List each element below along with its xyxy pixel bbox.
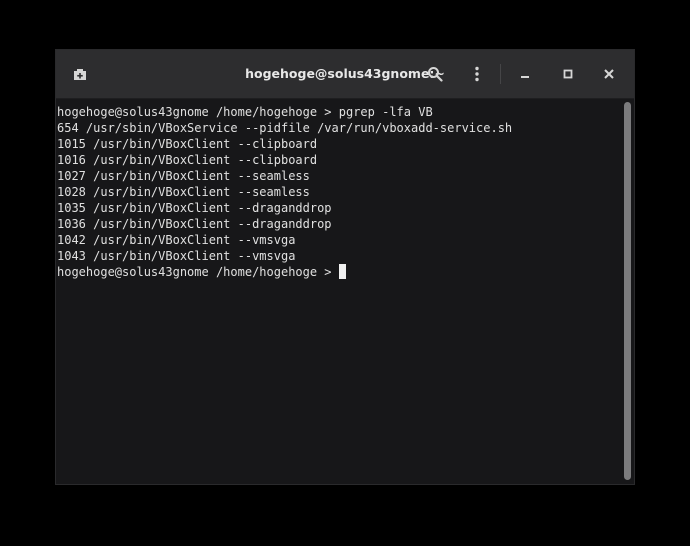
terminal-window: hogehoge@solus43gnome:~ hogehoge@solus43… xyxy=(56,50,634,484)
minimize-button[interactable] xyxy=(510,59,540,89)
menu-button[interactable] xyxy=(462,59,492,89)
terminal-line: 1035 /usr/bin/VBoxClient --draganddrop xyxy=(57,201,332,215)
terminal-line: 654 /usr/sbin/VBoxService --pidfile /var… xyxy=(57,121,513,135)
terminal-line: 1042 /usr/bin/VBoxClient --vmsvga xyxy=(57,233,296,247)
terminal-line: 1027 /usr/bin/VBoxClient --seamless xyxy=(57,169,310,183)
maximize-button[interactable] xyxy=(553,59,583,89)
terminal-line: 1043 /usr/bin/VBoxClient --vmsvga xyxy=(57,249,296,263)
terminal-line: 1016 /usr/bin/VBoxClient --clipboard xyxy=(57,153,318,167)
scrollbar[interactable] xyxy=(622,99,634,484)
search-icon xyxy=(428,67,443,82)
title-bar[interactable]: hogehoge@solus43gnome:~ xyxy=(56,50,634,99)
terminal-line: 1028 /usr/bin/VBoxClient --seamless xyxy=(57,185,310,199)
shell-prompt: hogehoge@solus43gnome /home/hogehoge > xyxy=(57,265,339,279)
terminal-output[interactable]: hogehoge@solus43gnome /home/hogehoge > p… xyxy=(56,99,622,484)
titlebar-separator xyxy=(500,64,501,84)
close-button[interactable] xyxy=(594,59,624,89)
prompt-line[interactable]: hogehoge@solus43gnome /home/hogehoge > xyxy=(57,264,346,280)
new-tab-button[interactable] xyxy=(65,59,95,89)
search-button[interactable] xyxy=(420,59,450,89)
scrollbar-thumb[interactable] xyxy=(624,102,631,480)
close-icon xyxy=(604,69,614,79)
kebab-menu-icon xyxy=(475,66,479,82)
maximize-icon xyxy=(563,69,573,79)
terminal-line: hogehoge@solus43gnome /home/hogehoge > p… xyxy=(57,105,433,119)
minimize-icon xyxy=(521,76,529,78)
text-cursor xyxy=(338,264,346,279)
terminal-line: 1036 /usr/bin/VBoxClient --draganddrop xyxy=(57,217,332,231)
terminal-line: 1015 /usr/bin/VBoxClient --clipboard xyxy=(57,137,318,151)
new-tab-icon xyxy=(74,69,86,80)
